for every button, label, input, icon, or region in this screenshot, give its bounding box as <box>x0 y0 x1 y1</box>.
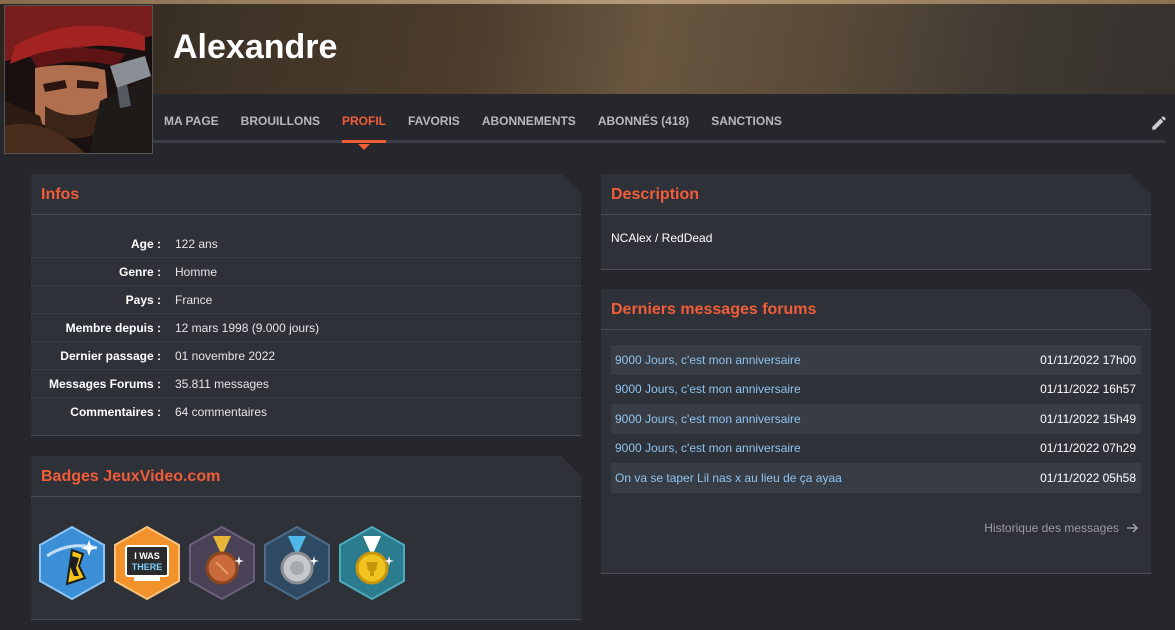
info-row-dernier-passage: Dernier passage : 01 novembre 2022 <box>31 342 581 370</box>
arrow-right-icon <box>1127 523 1139 533</box>
forum-messages-title: Derniers messages forums <box>611 301 817 318</box>
tab-brouillons[interactable]: BROUILLONS <box>241 94 320 140</box>
list-item: 9000 Jours, c'est mon anniversaire 01/11… <box>611 345 1141 375</box>
infos-panel-header: Infos <box>31 174 581 215</box>
profile-name: Alexandre <box>173 28 338 66</box>
info-row-age: Age : 122 ans <box>31 230 581 258</box>
message-date: 01/11/2022 15h49 <box>1040 411 1136 426</box>
badges-list: I WAS THERE <box>39 526 405 600</box>
infos-table: Age : 122 ans Genre : Homme Pays : Franc… <box>31 230 581 425</box>
badge-text-line-1: I WAS <box>134 551 160 561</box>
i-was-there-badge-icon[interactable]: I WAS THERE <box>114 526 180 600</box>
info-row-genre: Genre : Homme <box>31 258 581 286</box>
message-link[interactable]: 9000 Jours, c'est mon anniversaire <box>615 353 801 367</box>
info-label: Messages Forums : <box>48 376 161 391</box>
message-date: 01/11/2022 05h58 <box>1040 470 1136 485</box>
gold-trophy-badge-icon[interactable] <box>339 526 405 600</box>
info-value: France <box>175 292 213 307</box>
list-item: 9000 Jours, c'est mon anniversaire 01/11… <box>611 434 1141 464</box>
message-date: 01/11/2022 16h57 <box>1040 382 1136 397</box>
pencil-icon[interactable] <box>1150 114 1168 132</box>
profile-nav: MA PAGE BROUILLONS PROFIL FAVORIS ABONNE… <box>153 94 1168 150</box>
list-item: 9000 Jours, c'est mon anniversaire 01/11… <box>611 375 1141 405</box>
info-label: Pays : <box>125 292 161 307</box>
description-text: NCAlex / RedDead <box>611 231 713 245</box>
badge-text-line-2: THERE <box>132 562 163 572</box>
rocket-badge-icon[interactable] <box>39 526 105 600</box>
info-value: Homme <box>175 264 218 279</box>
forum-messages-panel-header: Derniers messages forums <box>601 289 1151 330</box>
forum-messages-list: 9000 Jours, c'est mon anniversaire 01/11… <box>611 345 1141 493</box>
forum-messages-panel: Derniers messages forums 9000 Jours, c'e… <box>601 289 1151 574</box>
message-link[interactable]: 9000 Jours, c'est mon anniversaire <box>615 412 801 426</box>
message-date: 01/11/2022 17h00 <box>1040 352 1136 367</box>
info-label: Genre : <box>118 264 161 279</box>
list-item: 9000 Jours, c'est mon anniversaire 01/11… <box>611 404 1141 434</box>
history-link[interactable]: Historique des messages <box>984 521 1139 535</box>
avatar-image <box>5 6 152 153</box>
tab-sanctions[interactable]: SANCTIONS <box>711 94 782 140</box>
message-link[interactable]: On va se taper Lil nas x au lieu de ça a… <box>615 471 842 485</box>
info-label: Dernier passage : <box>60 348 161 363</box>
description-title: Description <box>611 186 700 203</box>
infos-title: Infos <box>41 186 80 203</box>
tab-favoris[interactable]: FAVORIS <box>408 94 460 140</box>
info-row-pays: Pays : France <box>31 286 581 314</box>
silver-medal-badge-icon[interactable] <box>264 526 330 600</box>
info-label: Commentaires : <box>70 404 161 419</box>
tab-profil[interactable]: PROFIL <box>342 94 387 150</box>
info-value: 122 ans <box>175 236 218 251</box>
info-row-membre-depuis: Membre depuis : 12 mars 1998 (9.000 jour… <box>31 314 581 342</box>
tab-abonnements[interactable]: ABONNEMENTS <box>482 94 576 140</box>
badges-panel-header: Badges JeuxVideo.com <box>31 456 581 497</box>
infos-panel: Infos Age : 122 ans Genre : Homme Pays :… <box>31 174 581 436</box>
tab-abonnes[interactable]: ABONNÉS (418) <box>598 94 689 140</box>
badges-title: Badges JeuxVideo.com <box>41 468 221 485</box>
avatar[interactable] <box>4 5 153 154</box>
info-value: 64 commentaires <box>175 404 268 419</box>
info-row-commentaires: Commentaires : 64 commentaires <box>31 398 581 425</box>
message-link[interactable]: 9000 Jours, c'est mon anniversaire <box>615 441 801 455</box>
bronze-medal-badge-icon[interactable] <box>189 526 255 600</box>
badges-panel: Badges JeuxVideo.com I WAS THERE <box>31 456 581 620</box>
info-value: 12 mars 1998 (9.000 jours) <box>175 320 320 335</box>
info-label: Membre depuis : <box>65 320 161 335</box>
message-link[interactable]: 9000 Jours, c'est mon anniversaire <box>615 382 801 396</box>
list-item: On va se taper Lil nas x au lieu de ça a… <box>611 463 1141 493</box>
info-label: Age : <box>131 236 161 251</box>
info-value: 35.811 messages <box>175 376 269 391</box>
description-panel-header: Description <box>601 174 1151 215</box>
message-date: 01/11/2022 07h29 <box>1040 441 1136 456</box>
info-row-messages-forums: Messages Forums : 35.811 messages <box>31 370 581 398</box>
tab-ma-page[interactable]: MA PAGE <box>164 94 219 140</box>
history-label: Historique des messages <box>984 521 1119 535</box>
description-panel: Description NCAlex / RedDead <box>601 174 1151 270</box>
info-value: 01 novembre 2022 <box>175 348 276 363</box>
